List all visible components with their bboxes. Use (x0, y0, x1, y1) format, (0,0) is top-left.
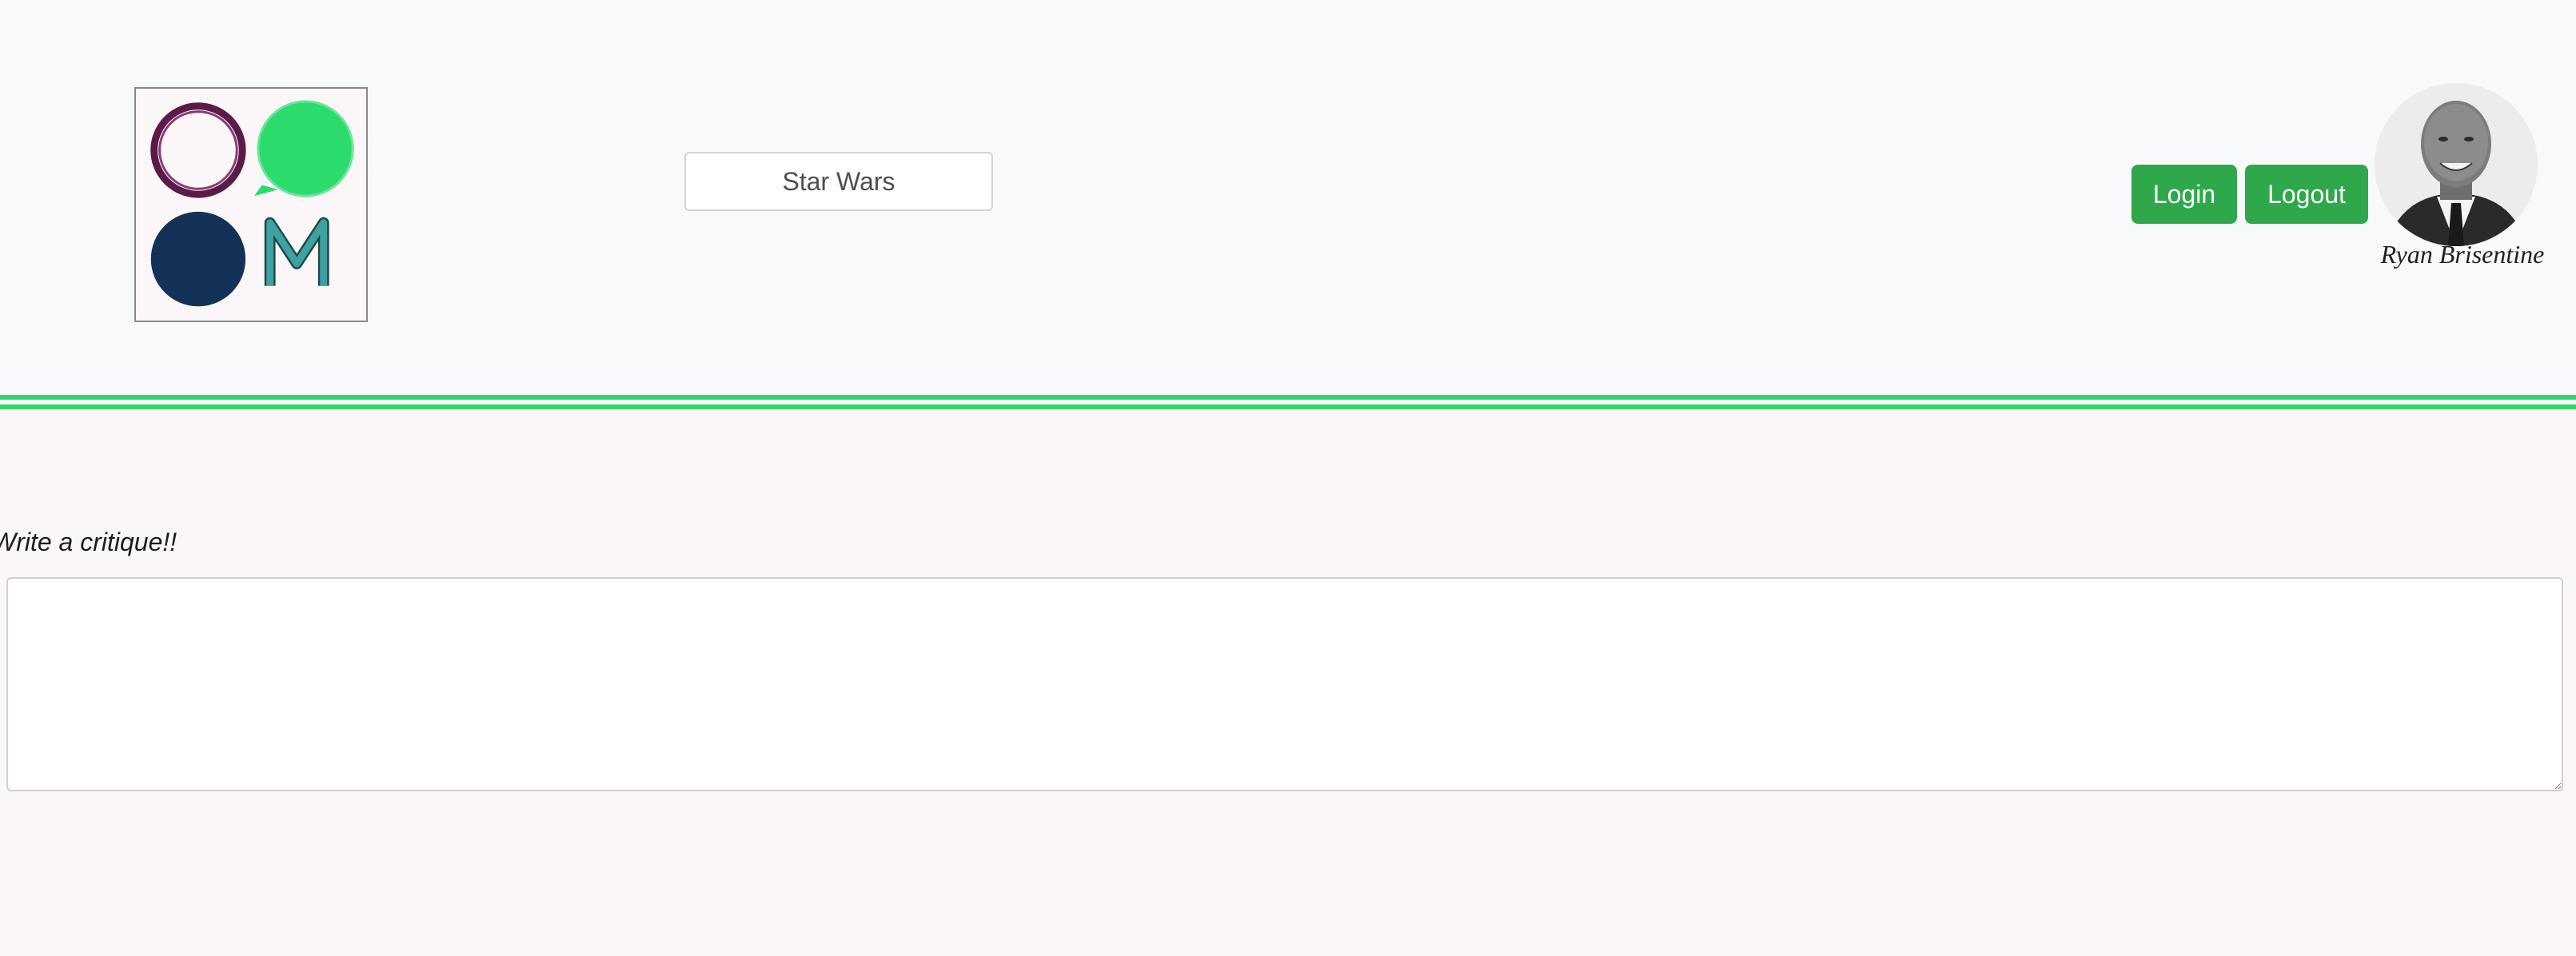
logo-graphic (150, 100, 354, 307)
header-divider-top (0, 395, 2576, 400)
user-avatar[interactable] (2375, 83, 2538, 246)
avatar-photo (2375, 83, 2538, 246)
critique-textarea[interactable] (6, 577, 2563, 791)
critique-prompt: Write a critique!! (0, 528, 177, 556)
login-button[interactable]: Login (2131, 165, 2237, 224)
site-header: Star Wars Login Logout Ryan Brisentine (0, 0, 2576, 395)
header-divider-bottom (0, 404, 2576, 409)
site-logo[interactable] (134, 87, 368, 322)
category-button[interactable]: Star Wars (684, 152, 993, 211)
user-name: Ryan Brisentine (2380, 240, 2545, 269)
logout-button[interactable]: Logout (2245, 165, 2368, 224)
